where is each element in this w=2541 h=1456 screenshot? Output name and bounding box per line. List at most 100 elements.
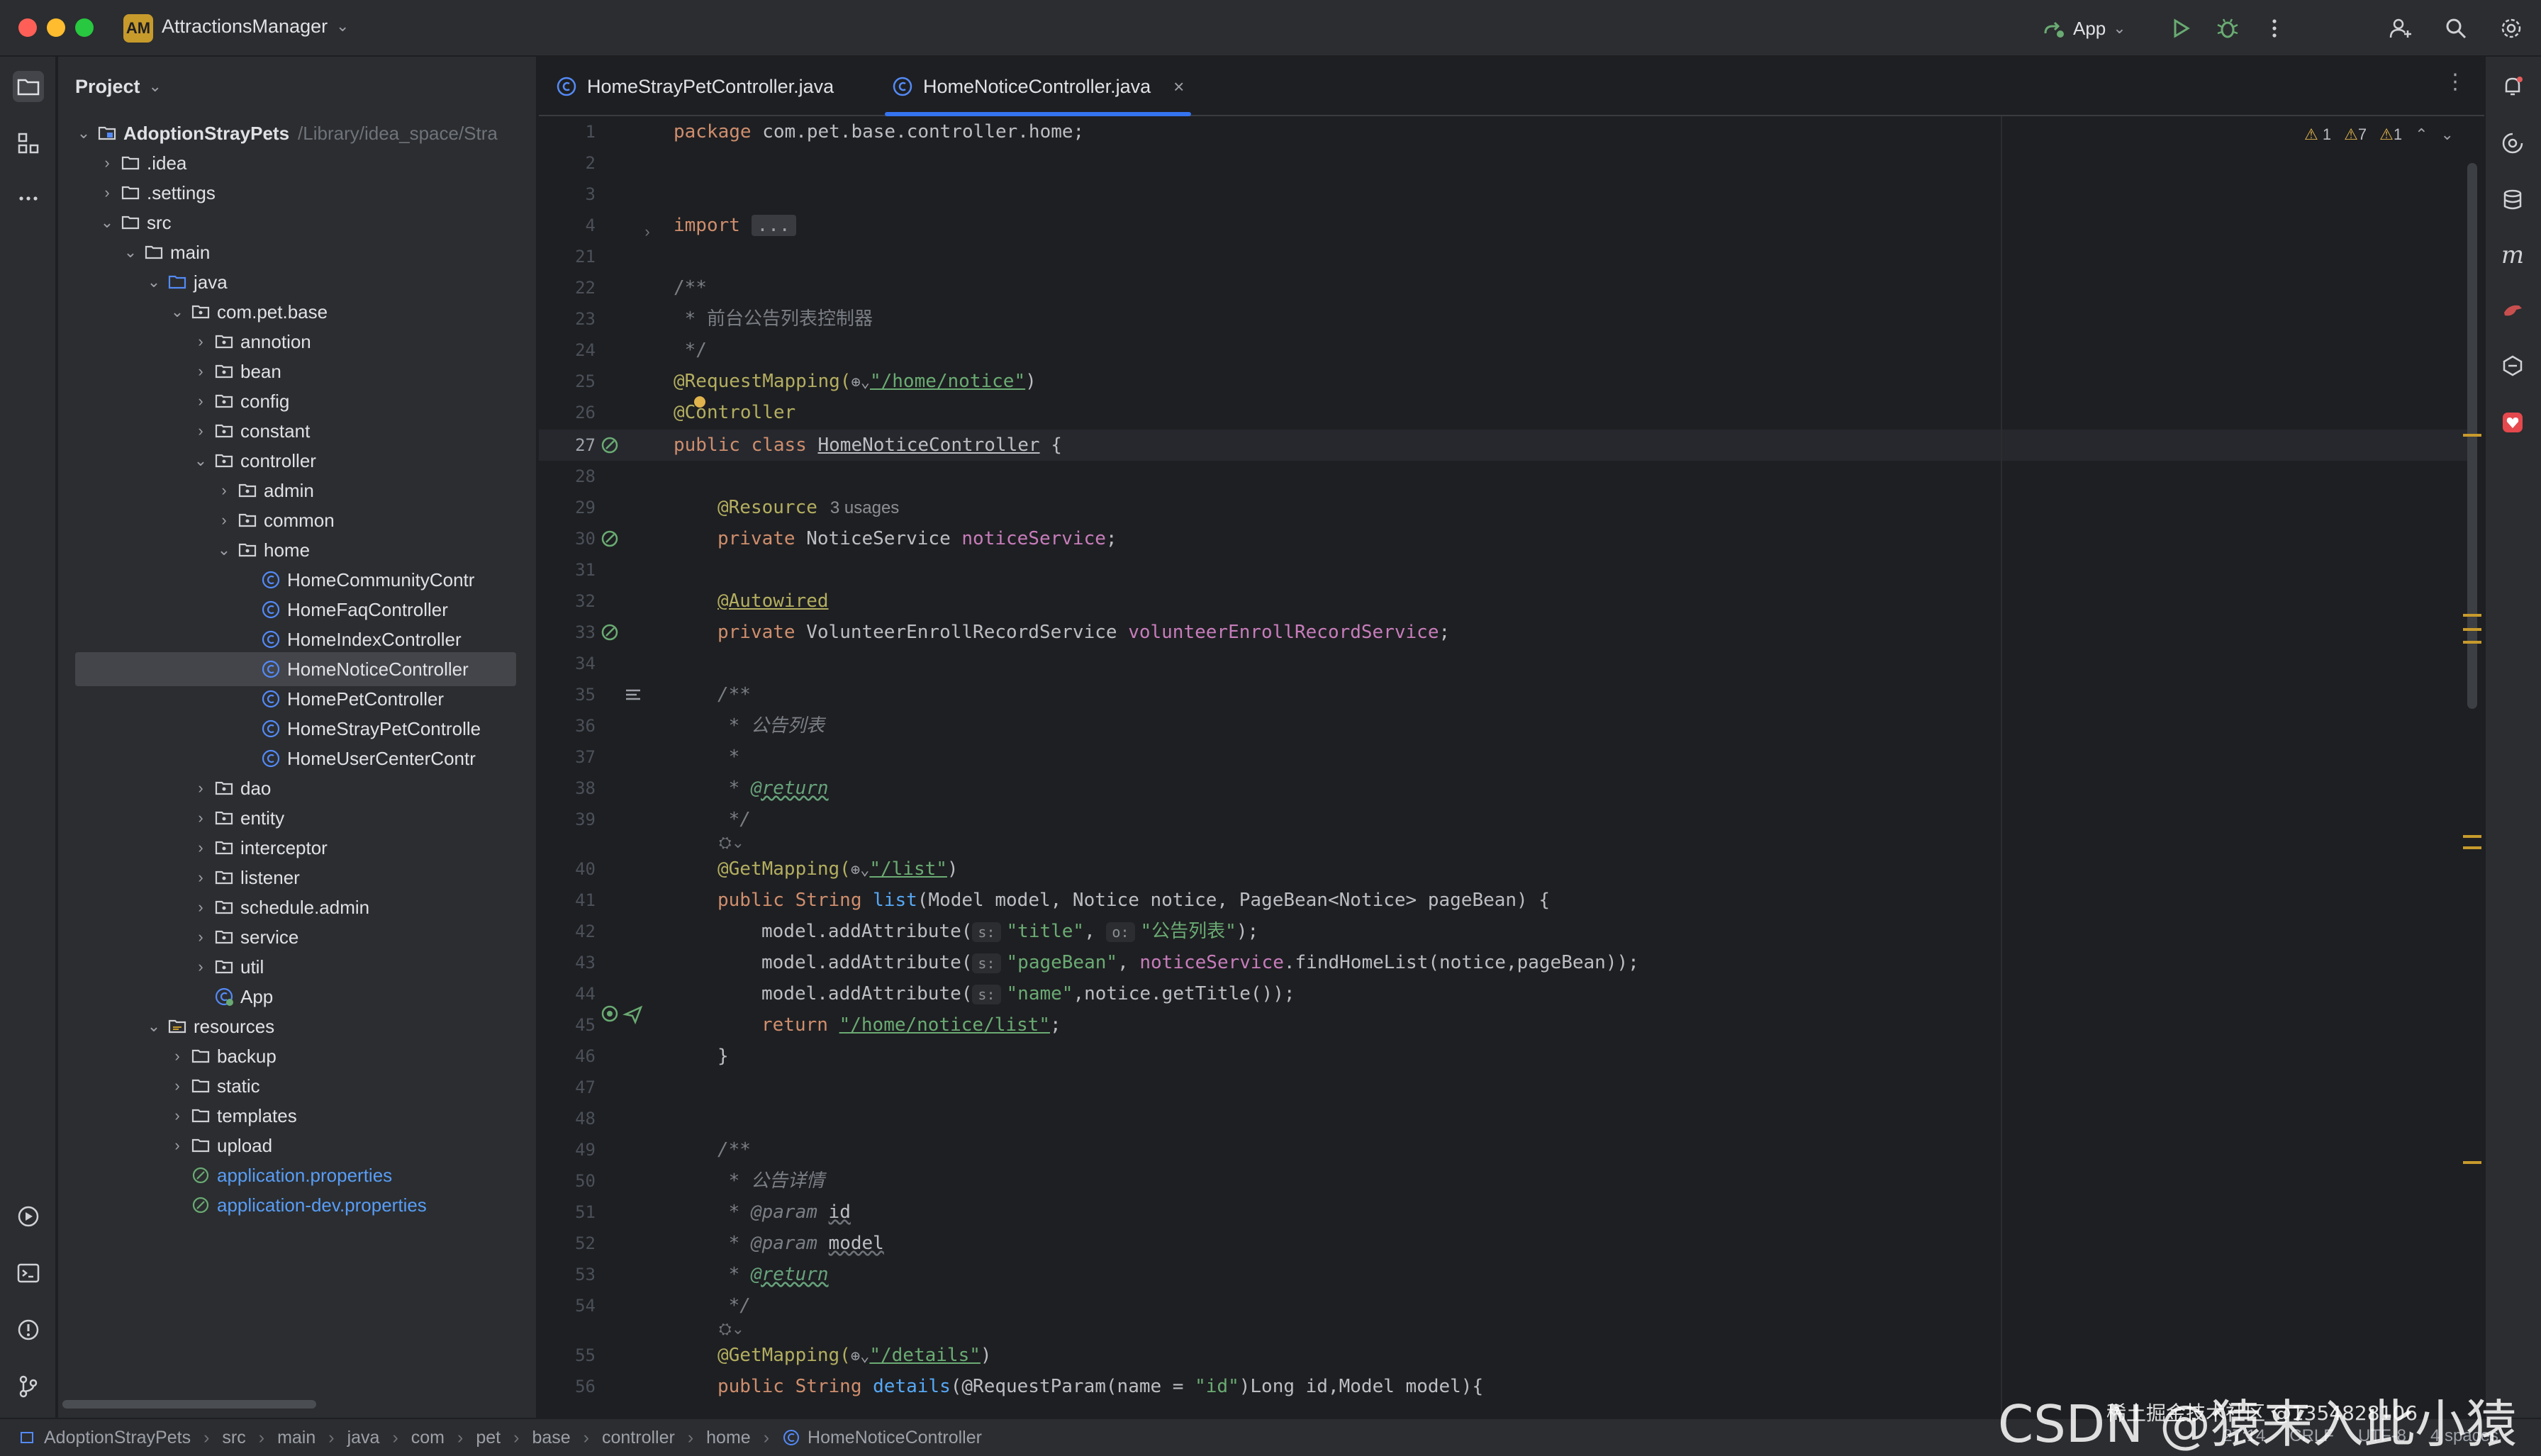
project-badge[interactable]: AM	[123, 14, 153, 43]
tree-item-homepetcontroller[interactable]: HomePetController	[75, 682, 536, 716]
breadcrumb-item[interactable]: controller ›	[602, 1428, 706, 1448]
code-editor[interactable]: 1 2 3 4 21 22 23 24 25 26 27 28 29 30 31 32 33 34 35 36 37 38…	[539, 116, 2484, 1418]
error-stripe-mark[interactable]	[2463, 835, 2481, 838]
line-number[interactable]: 41	[539, 885, 596, 916]
code-line[interactable]: * 公告详情	[717, 1165, 825, 1197]
author-hint-icon[interactable]: ⛭⌄	[719, 834, 744, 855]
code-line[interactable]: * @return	[717, 773, 829, 804]
code-line[interactable]: * @return	[717, 1259, 829, 1290]
chevron-right-icon[interactable]: ›	[192, 928, 209, 946]
chevron-down-icon[interactable]: ⌄	[75, 124, 92, 142]
code-line[interactable]: /**	[717, 1134, 751, 1165]
project-tree-horizontal-scrollbar[interactable]	[62, 1400, 316, 1409]
more-tools-icon[interactable]	[13, 183, 44, 214]
chevron-right-icon[interactable]: ›	[192, 392, 209, 410]
line-number[interactable]: 4	[539, 210, 596, 241]
line-number[interactable]: 27	[539, 430, 596, 461]
line-number[interactable]: 37	[539, 741, 596, 773]
services-run-icon[interactable]	[13, 1201, 44, 1232]
error-stripe-mark[interactable]	[2463, 1161, 2481, 1164]
tree-item-homeindexcontroller[interactable]: HomeIndexController	[75, 622, 536, 656]
line-number[interactable]: 46	[539, 1041, 596, 1072]
line-number[interactable]: 32	[539, 586, 596, 617]
settings-icon[interactable]	[2496, 13, 2527, 44]
code-line[interactable]: @Controller	[674, 397, 795, 428]
tree-item-java[interactable]: ⌄ java	[75, 265, 536, 299]
chevron-down-icon[interactable]: ⌄	[99, 213, 116, 232]
chevron-down-icon[interactable]: ⌄	[145, 273, 162, 291]
error-stripe-mark[interactable]	[2463, 434, 2481, 437]
code-line[interactable]: */	[717, 804, 751, 835]
tree-item-application-dev-properties[interactable]: application-dev.properties	[75, 1188, 536, 1222]
tree-item-app[interactable]: App	[75, 980, 536, 1014]
chevron-right-icon[interactable]: ›	[169, 1047, 186, 1065]
tree-item-util[interactable]: › util	[75, 950, 536, 984]
line-number[interactable]: 48	[539, 1103, 596, 1134]
chevron-right-icon[interactable]: ›	[192, 779, 209, 797]
line-number[interactable]: 31	[539, 554, 596, 586]
chevron-right-icon[interactable]: ›	[192, 422, 209, 440]
tree-item-dao[interactable]: › dao	[75, 771, 536, 805]
tab-home-stray-pet-controller[interactable]: HomeStrayPetController.java	[556, 57, 834, 116]
breadcrumb-item[interactable]: pet ›	[476, 1428, 532, 1448]
window-close-button[interactable]	[18, 18, 37, 37]
chevron-right-icon[interactable]: ›	[192, 868, 209, 887]
chevron-right-icon[interactable]: ›	[169, 1107, 186, 1125]
problems-icon[interactable]	[13, 1314, 44, 1345]
line-number[interactable]: 43	[539, 947, 596, 978]
tree-item-homestraypetcontrolle[interactable]: HomeStrayPetControlle	[75, 712, 536, 746]
window-minimize-button[interactable]	[47, 18, 65, 37]
project-switcher[interactable]: AttractionsManager	[162, 16, 328, 38]
code-line[interactable]: * 公告列表	[717, 710, 825, 741]
chevron-down-icon[interactable]: ⌄	[145, 1017, 162, 1036]
code-line[interactable]: public String list(Model model, Notice n…	[717, 885, 1550, 916]
tree-item-schedule-admin[interactable]: › schedule.admin	[75, 890, 536, 924]
line-number[interactable]: 51	[539, 1197, 596, 1228]
chevron-down-icon[interactable]: ⌄	[216, 541, 233, 559]
line-number[interactable]: 52	[539, 1228, 596, 1259]
line-number[interactable]: 49	[539, 1134, 596, 1165]
line-number[interactable]: 25	[539, 366, 596, 397]
tree-item-backup[interactable]: › backup	[75, 1039, 536, 1073]
tree-item-config[interactable]: › config	[75, 384, 536, 418]
line-number[interactable]: 3	[539, 179, 596, 210]
line-number[interactable]: 55	[539, 1340, 596, 1371]
chevron-right-icon[interactable]: ›	[192, 809, 209, 827]
git-icon[interactable]	[13, 1371, 44, 1402]
endpoints-icon[interactable]	[2497, 350, 2528, 381]
notifications-icon[interactable]	[2497, 71, 2528, 102]
reader-mode-icon[interactable]	[621, 683, 645, 707]
line-number[interactable]: 53	[539, 1259, 596, 1290]
tree-item-controller[interactable]: ⌄ controller	[75, 444, 536, 478]
run-configuration-selector[interactable]: App ⌄	[2042, 13, 2126, 44]
tree-item-com-pet-base[interactable]: ⌄ com.pet.base	[75, 295, 536, 329]
code-line[interactable]: model.addAttribute(s: "name",notice.getTi…	[761, 978, 1295, 1009]
tab-home-notice-controller[interactable]: HomeNoticeController.java ×	[884, 57, 1192, 116]
tree-item-homeusercentercontr[interactable]: HomeUserCenterContr	[75, 741, 536, 775]
code-line[interactable]: }	[717, 1041, 729, 1072]
line-number[interactable]: 34	[539, 648, 596, 679]
code-line[interactable]: * @param id	[717, 1197, 851, 1228]
maven-icon[interactable]: m	[2497, 240, 2528, 271]
code-line[interactable]: package com.pet.base.controller.home;	[674, 116, 1084, 147]
spring-bean-icon[interactable]	[598, 527, 622, 551]
code-line[interactable]: return "/home/notice/list";	[761, 1009, 1061, 1041]
line-number[interactable]: 28	[539, 461, 596, 492]
tree-item-homenoticecontroller[interactable]: HomeNoticeController	[75, 652, 516, 686]
code-line[interactable]: * @param model	[717, 1228, 884, 1259]
code-line[interactable]: @GetMapping(⊕⌄"/list")	[717, 853, 959, 885]
tree-item-annotion[interactable]: › annotion	[75, 325, 536, 359]
tree-item-adoptionstraypets[interactable]: ⌄ AdoptionStrayPets/Library/idea_space/St…	[75, 116, 536, 150]
breadcrumb-item[interactable]: src ›	[222, 1428, 277, 1448]
tree-item-entity[interactable]: › entity	[75, 801, 536, 835]
code-line[interactable]: @Resource 3 usages	[717, 492, 899, 523]
chevron-right-icon[interactable]: ›	[192, 958, 209, 976]
tree-item-resources[interactable]: ⌄ resources	[75, 1009, 536, 1043]
code-line[interactable]: * 前台公告列表控制器	[674, 303, 873, 335]
tree-item-home[interactable]: ⌄ home	[75, 533, 536, 567]
chevron-right-icon[interactable]: ›	[99, 184, 116, 202]
code-line[interactable]: /**	[674, 272, 707, 303]
tree-item-static[interactable]: › static	[75, 1069, 536, 1103]
breadcrumb-item[interactable]: base ›	[532, 1428, 602, 1448]
line-number[interactable]: 21	[539, 241, 596, 272]
